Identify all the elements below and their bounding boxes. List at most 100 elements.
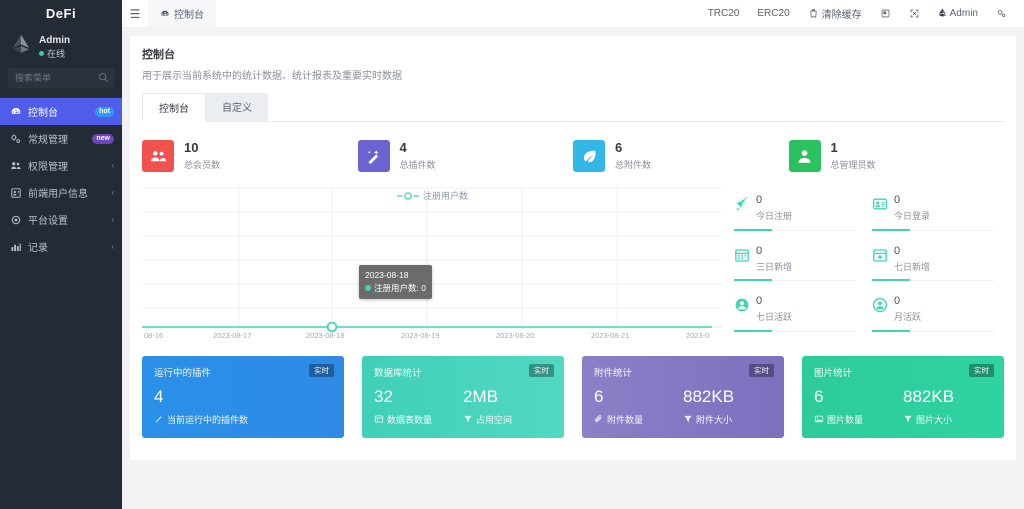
sidebar-menu: 控制台 hot 常规管理 new 权限管理 ‹ 前端用户信息 ‹ 平台设置 ‹ … [0, 98, 122, 260]
chevron-left-icon: ‹ [111, 242, 114, 251]
card-sub-label: 图片数量 [827, 414, 864, 425]
topbar: ☰ 控制台 TRC20 ERC20 清除缓存 Admin [122, 0, 1024, 28]
sidebar-item-records[interactable]: 记录 ‹ [0, 233, 122, 260]
card-value: 2MB [463, 387, 498, 406]
card-badge-realtime: 实时 [529, 364, 554, 377]
stat-total-plugins: 4 总插件数 [357, 139, 574, 172]
mini-stat-month-active: 0 月活跃 [866, 287, 1004, 338]
svg-text:2023-08-21: 2023-08-21 [591, 331, 629, 338]
sidebar-item-general-management[interactable]: 常规管理 new [0, 125, 122, 152]
card-value: 6 [814, 387, 824, 406]
chevron-left-icon: ‹ [111, 188, 114, 197]
mini-stat-seven-day-active: 0 七日活跃 [728, 287, 866, 338]
theme-icon [881, 9, 889, 18]
sidebar-item-frontend-user-info[interactable]: 前端用户信息 ‹ [0, 179, 122, 206]
topbar-theme-button[interactable] [871, 8, 900, 19]
svg-text:2023-08-18: 2023-08-18 [306, 331, 344, 338]
card-sub-label: 图片大小 [916, 414, 953, 425]
mini-stat-underline [872, 330, 910, 332]
eth-avatar-icon [12, 34, 30, 53]
mini-stat-underline [872, 228, 910, 231]
tab-dashboard[interactable]: 控制台 [142, 93, 206, 122]
mini-stat-value: 0 [894, 244, 901, 257]
plug-icon [155, 415, 163, 423]
chart-and-mini-stats: 08-16 2023-08-17 2023-08-18 2023-08-19 2… [142, 186, 1004, 338]
card-value: 6 [594, 387, 604, 406]
mini-stat-label: 今日注册 [756, 211, 793, 222]
calendar-icon [734, 247, 750, 263]
topbar-account-label: Admin [949, 8, 978, 19]
sidebar: DeFi Admin 在线 搜索菜单 控制台 hot 常规管理 new 权限管理… [0, 0, 122, 509]
card-running-plugins: 运行中的插件 实时 4 当前运行中的插件数 [142, 356, 344, 438]
svg-text:2023-08-19: 2023-08-19 [401, 331, 439, 338]
mini-stat-underline [872, 279, 910, 282]
sidebar-search [0, 68, 122, 88]
card-badge-realtime: 实时 [749, 364, 774, 377]
mini-stat-underline [734, 330, 772, 332]
mini-stat-value: 0 [756, 244, 763, 257]
sidebar-item-label: 权限管理 [28, 162, 68, 173]
fullscreen-icon [910, 9, 918, 18]
main-area: ☰ 控制台 TRC20 ERC20 清除缓存 Admin 控制台 用于展示当前系… [122, 0, 1024, 509]
summary-stats-row: 10 总会员数 4 总插件数 6 总附件数 1 总管理员数 [142, 140, 1004, 172]
sidebar-item-platform-settings[interactable]: 平台设置 ‹ [0, 206, 122, 233]
chart-legend-label: 注册用户数 [423, 191, 469, 201]
menu-toggle-icon[interactable]: ☰ [122, 7, 148, 21]
chart-bar-icon [11, 243, 21, 251]
mini-stat-value: 0 [894, 194, 901, 206]
registration-line-chart[interactable]: 08-16 2023-08-17 2023-08-18 2023-08-19 2… [142, 186, 722, 338]
card-sub-label: 附件大小 [696, 414, 733, 425]
sidebar-user-status: 在线 [39, 48, 70, 60]
chevron-left-icon: ‹ [111, 161, 114, 170]
sidebar-badge-hot: hot [95, 106, 114, 117]
mini-stat-today-register: 0 今日注册 [728, 186, 866, 237]
chart-tooltip-value: 注册用户数: 0 [374, 282, 426, 293]
mini-stat-three-day-new: 0 三日新增 [728, 237, 866, 288]
stat-value: 1 [830, 139, 838, 155]
sidebar-item-dashboard[interactable]: 控制台 hot [0, 98, 122, 125]
card-sub-label: 附件数量 [607, 414, 644, 425]
sidebar-user-name: Admin [39, 35, 71, 47]
leaf-icon [573, 140, 605, 172]
topbar-trc20-button[interactable]: TRC20 [699, 8, 749, 19]
svg-text:2023-08-20: 2023-08-20 [496, 331, 534, 338]
svg-text:2023-08-17: 2023-08-17 [213, 331, 251, 338]
stat-total-members: 10 总会员数 [142, 140, 358, 172]
online-dot-icon [39, 51, 44, 57]
topbar-account-button[interactable]: Admin [929, 7, 987, 20]
card-value: 882KB [683, 387, 735, 406]
stat-value: 4 [399, 139, 407, 155]
brand-logo: DeFi [45, 6, 77, 21]
mini-stat-value: 0 [756, 295, 763, 308]
image-icon [814, 415, 824, 423]
stat-value: 10 [184, 139, 199, 155]
topbar-erc20-button[interactable]: ERC20 [748, 8, 798, 19]
chart-legend[interactable]: 注册用户数 [397, 189, 468, 202]
mini-stats-grid: 0 今日注册 0 今日登录 0 三日新增 0 七日新增 0 七日活跃 0 月活跃 [722, 186, 1004, 338]
user-circle-alt-icon [872, 297, 888, 313]
cogs-icon [11, 133, 21, 143]
users-icon [142, 140, 174, 172]
mini-stat-label: 今日登录 [894, 211, 931, 222]
card-sub-label: 数据表数量 [387, 414, 433, 425]
topbar-settings-button[interactable] [987, 8, 1016, 19]
card-value: 882KB [903, 387, 955, 406]
sidebar-badge-new: new [92, 133, 114, 144]
topbar-fullscreen-button[interactable] [900, 8, 929, 19]
tab-custom[interactable]: 自定义 [206, 93, 268, 121]
svg-text:08-16: 08-16 [144, 331, 163, 338]
sidebar-item-label: 平台设置 [28, 216, 68, 227]
topbar-clear-cache-button[interactable]: 清除缓存 [799, 6, 871, 21]
rocket-icon [734, 196, 750, 212]
sidebar-item-label: 控制台 [28, 108, 58, 119]
topbar-tab-dashboard[interactable]: 控制台 [148, 0, 216, 28]
trash-icon [809, 9, 817, 18]
paperclip-icon [594, 415, 602, 423]
chart-tooltip-date: 2023-08-18 [365, 270, 409, 280]
table-icon [374, 415, 384, 423]
sidebar-user-box[interactable]: Admin 在线 [0, 28, 122, 68]
topbar-erc20-label: ERC20 [757, 8, 790, 19]
card-attachment-stats: 附件统计 实时 6 附件数量 882KB 附件大小 [582, 356, 784, 438]
chart-tooltip: 2023-08-18 注册用户数: 0 [359, 265, 432, 299]
sidebar-item-permission-management[interactable]: 权限管理 ‹ [0, 152, 122, 179]
